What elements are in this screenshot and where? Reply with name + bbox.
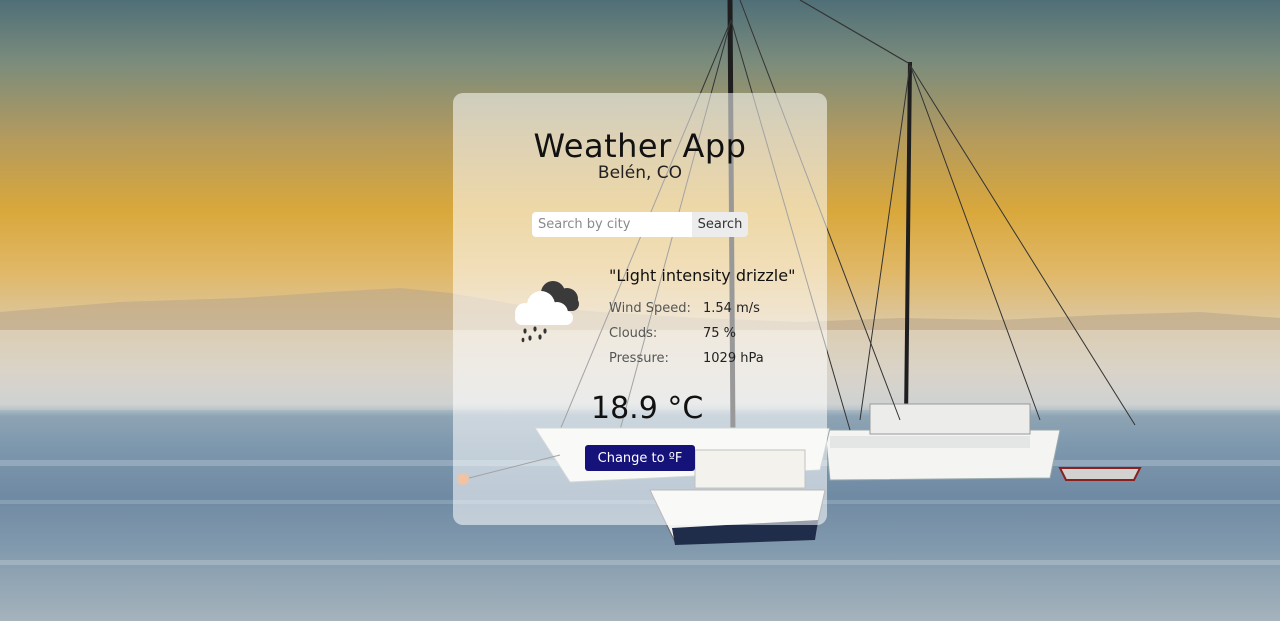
stat-clouds: Clouds: 75 % <box>609 321 764 346</box>
stat-value: 75 % <box>703 326 737 341</box>
location-label: Belén, CO <box>597 163 683 183</box>
stat-wind-speed: Wind Speed: 1.54 m/s <box>609 296 764 321</box>
stat-value: 1.54 m/s <box>703 301 760 316</box>
stat-label: Wind Speed: <box>609 301 691 316</box>
search-button[interactable]: Search <box>692 212 748 237</box>
stat-label: Pressure: <box>609 351 669 366</box>
stat-label: Clouds: <box>609 326 658 341</box>
rain-cloud-icon <box>509 277 583 343</box>
stat-pressure: Pressure: 1029 hPa <box>609 346 764 371</box>
stat-value: 1029 hPa <box>703 351 764 366</box>
change-unit-button[interactable]: Change to ºF <box>585 445 695 471</box>
weather-stats: Wind Speed: 1.54 m/s Clouds: 75 % Pressu… <box>609 296 764 371</box>
weather-description: "Light intensity drizzle" <box>609 266 796 285</box>
weather-card: Weather App Belén, CO Search by city Sea… <box>453 93 827 525</box>
app-title: Weather App <box>533 127 747 165</box>
temperature-value: 18.9 °C <box>591 391 704 426</box>
search-input[interactable] <box>532 212 692 237</box>
search-form: Search <box>532 212 748 237</box>
